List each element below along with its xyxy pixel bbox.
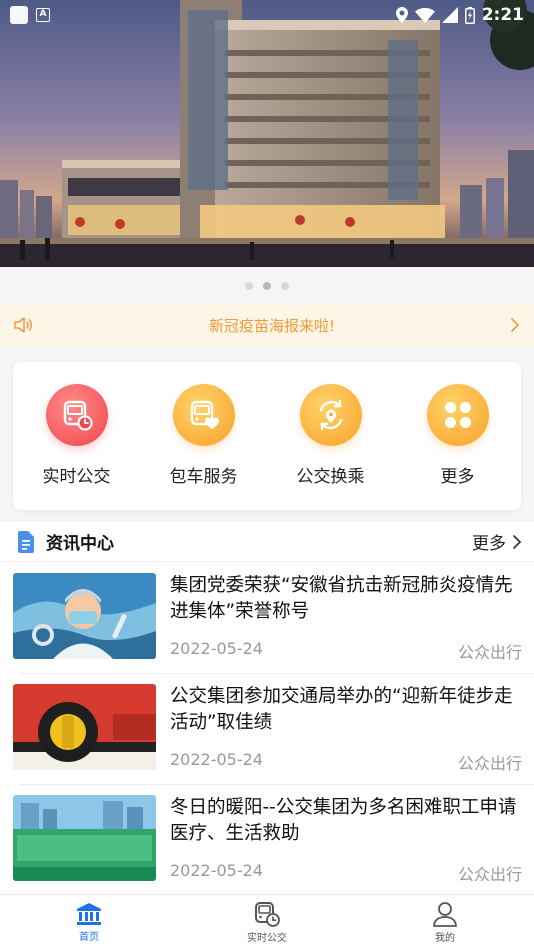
- news-item[interactable]: 冬日的暖阳--公交集团为多名困难职工申请医疗、生活救助 2022-05-24 公…: [0, 784, 534, 894]
- notification-icon: [10, 6, 28, 24]
- signal-icon: [441, 7, 458, 23]
- chevron-right-icon: [513, 534, 522, 549]
- transfer-location-icon: [299, 384, 362, 446]
- tab-label: 我的: [435, 933, 455, 944]
- notice-bar[interactable]: 新冠疫苗海报来啦!: [0, 303, 534, 347]
- news-date: 2022-05-24: [170, 861, 263, 880]
- tab-home[interactable]: 首页: [0, 895, 178, 950]
- news-title: 冬日的暖阳--公交集团为多名困难职工申请医疗、生活救助: [170, 797, 517, 844]
- quick-actions-card: 实时公交 包车服务 公交换乘 更多: [13, 362, 521, 510]
- carousel-dot-active[interactable]: [263, 282, 271, 290]
- banner-image: [0, 0, 534, 267]
- chevron-right-icon: [511, 318, 520, 332]
- banner-carousel[interactable]: [0, 0, 534, 267]
- quick-action-label: 公交换乘: [296, 467, 365, 487]
- document-icon: [18, 530, 34, 553]
- wifi-icon: [414, 7, 435, 23]
- bus-heart-icon: [172, 384, 235, 446]
- news-thumbnail: [13, 795, 156, 881]
- tab-label: 实时公交: [247, 933, 287, 944]
- quick-action-charter[interactable]: 包车服务: [149, 384, 259, 510]
- news-list: 集团党委荣获“安徽省抗击新冠肺炎疫情先进集体”荣誉称号 2022-05-24 公…: [0, 562, 534, 894]
- battery-icon: [464, 6, 475, 24]
- grid-more-icon: [426, 384, 489, 446]
- quick-action-label: 更多: [440, 467, 475, 487]
- news-date: 2022-05-24: [170, 750, 263, 769]
- quick-action-label: 包车服务: [169, 467, 238, 487]
- notice-text: 新冠疫苗海报来啦!: [208, 316, 335, 335]
- status-bar: A 2:21: [0, 0, 534, 30]
- news-item[interactable]: 公交集团参加交通局举办的“迎新年徒步走活动”取佳绩 2022-05-24 公众出…: [0, 673, 534, 784]
- news-source: 公众出行: [457, 865, 522, 884]
- app-screen: A 2:21 新冠疫苗海报来啦! 实时公交 包车服务 公交换乘 更多 资讯中心 …: [0, 0, 534, 950]
- location-icon: [395, 7, 408, 23]
- news-section-title: 资讯中心: [46, 534, 114, 554]
- news-title: 集团党委荣获“安徽省抗击新冠肺炎疫情先进集体”荣誉称号: [170, 575, 513, 622]
- quick-action-realtime-bus[interactable]: 实时公交: [22, 384, 132, 510]
- news-item[interactable]: 集团党委荣获“安徽省抗击新冠肺炎疫情先进集体”荣誉称号 2022-05-24 公…: [0, 562, 534, 673]
- status-time: 2:21: [481, 5, 524, 25]
- news-source: 公众出行: [457, 643, 522, 662]
- tab-mine[interactable]: 我的: [356, 895, 534, 950]
- user-icon: [433, 902, 457, 927]
- tab-realtime-bus[interactable]: 实时公交: [178, 895, 356, 950]
- news-source: 公众出行: [457, 754, 522, 773]
- news-more-label: 更多: [472, 534, 506, 554]
- carousel-dot[interactable]: [281, 282, 289, 290]
- news-thumbnail: [13, 684, 156, 770]
- news-more-link[interactable]: 更多: [472, 529, 522, 554]
- quick-action-more[interactable]: 更多: [403, 384, 513, 510]
- tab-label: 首页: [79, 932, 99, 943]
- bus-clock-icon: [255, 902, 280, 927]
- home-bank-icon: [77, 903, 101, 925]
- news-thumbnail: [13, 573, 156, 659]
- quick-action-transfer[interactable]: 公交换乘: [276, 384, 386, 510]
- bottom-tab-bar: 首页 实时公交 我的: [0, 894, 534, 950]
- speaker-icon: [14, 317, 32, 333]
- news-section-header: 资讯中心 更多: [0, 522, 534, 562]
- news-title: 公交集团参加交通局举办的“迎新年徒步走活动”取佳绩: [170, 686, 513, 733]
- quick-action-label: 实时公交: [42, 467, 111, 487]
- carousel-dot[interactable]: [245, 282, 253, 290]
- bus-clock-icon: [45, 384, 108, 446]
- carousel-indicator: [0, 282, 534, 290]
- news-date: 2022-05-24: [170, 639, 263, 658]
- a-notification-icon: A: [36, 8, 50, 22]
